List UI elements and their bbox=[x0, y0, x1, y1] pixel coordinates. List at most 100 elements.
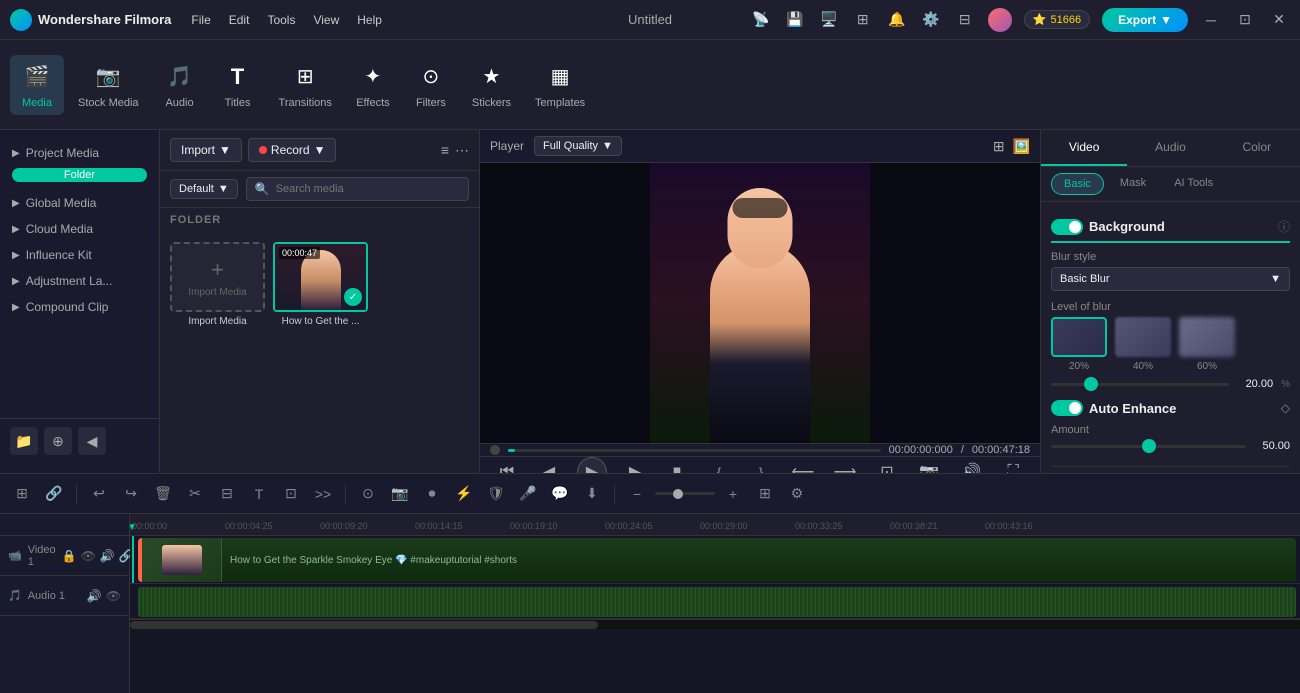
menu-view[interactable]: View bbox=[313, 13, 339, 27]
sidebar-item-project-media[interactable]: ▶ Project Media bbox=[0, 140, 159, 166]
default-select[interactable]: Default ▼ bbox=[170, 179, 238, 199]
zoom-track[interactable] bbox=[655, 492, 715, 495]
menu-file[interactable]: File bbox=[191, 13, 210, 27]
import2-icon[interactable]: ⬇ bbox=[578, 480, 606, 508]
in-point-button[interactable]: { bbox=[705, 458, 733, 473]
save-icon[interactable]: 💾 bbox=[784, 9, 806, 31]
out-point-button[interactable]: } bbox=[747, 458, 775, 473]
mark-in-button[interactable]: ⟵ bbox=[789, 458, 817, 473]
speaker2-icon[interactable]: 🔊 bbox=[87, 589, 102, 603]
camera2-icon[interactable]: 📷 bbox=[386, 480, 414, 508]
blur-thumb-40[interactable] bbox=[1115, 317, 1171, 357]
new-folder-icon[interactable]: 📁 bbox=[10, 427, 38, 455]
eye-icon[interactable]: 👁 bbox=[81, 549, 96, 563]
blur-thumb-20[interactable] bbox=[1051, 317, 1107, 357]
subtab-basic[interactable]: Basic bbox=[1051, 173, 1104, 195]
amount-slider[interactable] bbox=[1051, 445, 1246, 448]
redo-button[interactable]: ↪ bbox=[117, 480, 145, 508]
video-clip[interactable]: How to Get the Sparkle Smokey Eye 💎 #mak… bbox=[138, 538, 1296, 582]
tool-stickers[interactable]: ★ Stickers bbox=[462, 55, 521, 115]
export-button[interactable]: Export ▼ bbox=[1102, 8, 1188, 32]
video-thumbnail[interactable]: 00:00:47 ✓ bbox=[273, 242, 368, 312]
undo-button[interactable]: ↩ bbox=[85, 480, 113, 508]
export-frame-icon[interactable]: ⊡ bbox=[873, 458, 901, 473]
rewind-button[interactable]: ⏮ bbox=[493, 458, 521, 473]
user-avatar[interactable] bbox=[988, 8, 1012, 32]
scrubber-track[interactable] bbox=[508, 449, 881, 452]
loop-icon[interactable]: ⊙ bbox=[354, 480, 382, 508]
blur-option-40[interactable]: 40% bbox=[1115, 317, 1171, 372]
grid-icon[interactable]: ⊞ bbox=[852, 9, 874, 31]
auto-enhance-toggle[interactable] bbox=[1051, 400, 1083, 416]
menu-tools[interactable]: Tools bbox=[267, 13, 295, 27]
tool-filters[interactable]: ⊙ Filters bbox=[404, 55, 458, 115]
settings-icon[interactable]: ⚙️ bbox=[920, 9, 942, 31]
list-item[interactable]: 00:00:47 ✓ How to Get the ... bbox=[273, 242, 368, 463]
blur-thumb-60[interactable] bbox=[1179, 317, 1235, 357]
import-button[interactable]: Import ▼ bbox=[170, 138, 242, 162]
stop-button[interactable]: ⏹ bbox=[663, 458, 691, 473]
snapshot-icon[interactable]: 🖼️ bbox=[1013, 138, 1030, 155]
minimize-icon[interactable]: ─ bbox=[1200, 9, 1222, 31]
record-button[interactable]: Record ▼ bbox=[248, 138, 337, 162]
folder-badge[interactable]: Folder bbox=[12, 168, 147, 182]
settings2-icon[interactable]: ⚙ bbox=[783, 480, 811, 508]
ai-icon[interactable]: ⚡ bbox=[450, 480, 478, 508]
tool-media[interactable]: 🎬 Media bbox=[10, 55, 64, 115]
close-icon[interactable]: ✕ bbox=[1268, 9, 1290, 31]
crop-button[interactable]: ⊡ bbox=[277, 480, 305, 508]
more-icon[interactable]: ⋯ bbox=[455, 142, 469, 159]
tool-effects[interactable]: ✦ Effects bbox=[346, 55, 400, 115]
audio-clip[interactable] bbox=[138, 587, 1296, 617]
screen-icon[interactable]: 🖥️ bbox=[818, 9, 840, 31]
magnet-icon[interactable]: 🔗 bbox=[40, 480, 68, 508]
fullscreen-icon[interactable]: ⛶ bbox=[999, 458, 1027, 473]
grid-view-icon[interactable]: ⊞ bbox=[993, 138, 1005, 155]
sidebar-item-cloud-media[interactable]: ▶ Cloud Media bbox=[0, 216, 159, 242]
caption-icon[interactable]: 💬 bbox=[546, 480, 574, 508]
record2-icon[interactable]: ⏺ bbox=[418, 480, 446, 508]
new-item-icon[interactable]: ⊕ bbox=[44, 427, 72, 455]
eye2-icon[interactable]: 👁 bbox=[106, 589, 121, 603]
maximize-icon[interactable]: ⊡ bbox=[1234, 9, 1256, 31]
collapse-icon[interactable]: ◀ bbox=[78, 427, 106, 455]
tab-video[interactable]: Video bbox=[1041, 130, 1127, 166]
notification-icon[interactable]: 🔔 bbox=[886, 9, 908, 31]
blur-slider[interactable] bbox=[1051, 383, 1229, 386]
shield-icon[interactable]: 🛡 bbox=[482, 480, 510, 508]
zoom-in-button[interactable]: + bbox=[719, 480, 747, 508]
play-button[interactable]: ▶ bbox=[577, 457, 607, 473]
blur-style-select[interactable]: Basic Blur ▼ bbox=[1051, 267, 1290, 291]
tab-color[interactable]: Color bbox=[1214, 130, 1300, 166]
tool-audio[interactable]: 🎵 Audio bbox=[153, 55, 207, 115]
text-button[interactable]: T bbox=[245, 480, 273, 508]
prev-frame-button[interactable]: ◀ bbox=[535, 458, 563, 473]
quality-select[interactable]: Full Quality ▼ bbox=[534, 136, 622, 156]
background-toggle[interactable] bbox=[1051, 219, 1083, 235]
sidebar-item-influence-kit[interactable]: ▶ Influence Kit bbox=[0, 242, 159, 268]
grid-timeline-icon[interactable]: ⊞ bbox=[751, 480, 779, 508]
volume-icon[interactable]: 🔊 bbox=[957, 458, 985, 473]
sidebar-item-adjustment[interactable]: ▶ Adjustment La... bbox=[0, 268, 159, 294]
tool-stock-media[interactable]: 📷 Stock Media bbox=[68, 55, 149, 115]
list-item[interactable]: + Import Media Import Media bbox=[170, 242, 265, 463]
next-frame-button[interactable]: ▶ bbox=[621, 458, 649, 473]
mark-out-button[interactable]: ⟶ bbox=[831, 458, 859, 473]
camera-icon[interactable]: 📷 bbox=[915, 458, 943, 473]
split-button[interactable]: ⊟ bbox=[213, 480, 241, 508]
mic-icon[interactable]: 🎤 bbox=[514, 480, 542, 508]
tool-transitions[interactable]: ⊞ Transitions bbox=[269, 55, 342, 115]
tool-titles[interactable]: T Titles bbox=[211, 55, 265, 115]
search-input[interactable] bbox=[276, 183, 460, 195]
scroll-thumb[interactable] bbox=[130, 621, 598, 629]
menu-edit[interactable]: Edit bbox=[229, 13, 250, 27]
lock-icon[interactable]: 🔒 bbox=[62, 549, 77, 563]
filter-icon[interactable]: ≡ bbox=[441, 142, 449, 159]
subtab-ai-tools[interactable]: AI Tools bbox=[1162, 173, 1225, 195]
delete-button[interactable]: 🗑 bbox=[149, 480, 177, 508]
zoom-out-button[interactable]: − bbox=[623, 480, 651, 508]
tool-templates[interactable]: ▦ Templates bbox=[525, 55, 595, 115]
blur-option-60[interactable]: 60% bbox=[1179, 317, 1235, 372]
speaker-icon[interactable]: 🔊 bbox=[100, 549, 115, 563]
import-media-thumb[interactable]: + Import Media bbox=[170, 242, 265, 312]
